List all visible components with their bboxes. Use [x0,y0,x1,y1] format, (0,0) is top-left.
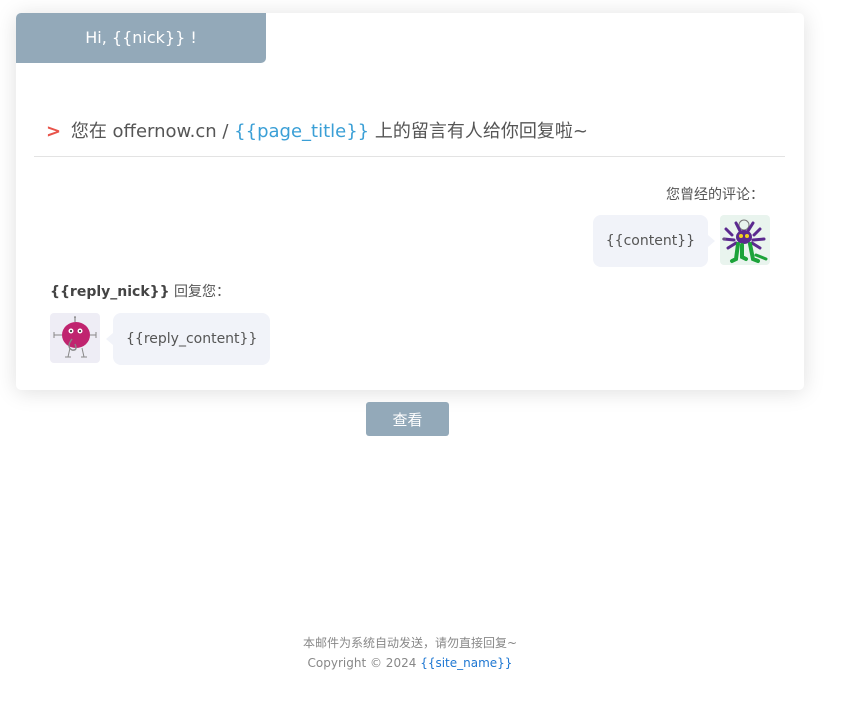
notice-suffix: 上的留言有人给你回复啦~ [374,121,588,142]
site-name-link[interactable]: {{site_name}} [420,656,512,670]
notice-title: > 您在 offernow.cn / {{page_title}} 上的留言有人… [46,117,588,143]
notice-prefix: 您在 offernow.cn / [70,121,229,142]
blob-avatar-icon [50,313,100,363]
reply-content-bubble: {{reply_content}} [105,313,271,365]
your-comment-label: 您曾经的评论： [666,187,764,203]
reply-label: {{reply_nick}} 回复您： [50,281,230,301]
arrow-icon: > [46,121,62,142]
view-button[interactable]: 查看 [366,402,449,436]
notification-card: Hi, {{nick}} ! > 您在 offernow.cn / {{page… [16,13,804,390]
reply-nick: {{reply_nick}} [50,284,170,300]
monster-avatar-icon [720,215,770,265]
footer-note: 本邮件为系统自动发送，请勿直接回复~ [302,636,518,650]
divider [34,156,785,157]
your-comment-bubble: {{content}} [592,215,716,267]
greeting-header: Hi, {{nick}} ! [16,13,266,63]
copyright-text: Copyright © 2024 [307,656,417,670]
page-title-link[interactable]: {{page_title}} [234,121,369,142]
footer-copyright: Copyright © 2024 {{site_name}} [0,656,820,670]
reply-label-text: 回复您： [174,284,231,300]
